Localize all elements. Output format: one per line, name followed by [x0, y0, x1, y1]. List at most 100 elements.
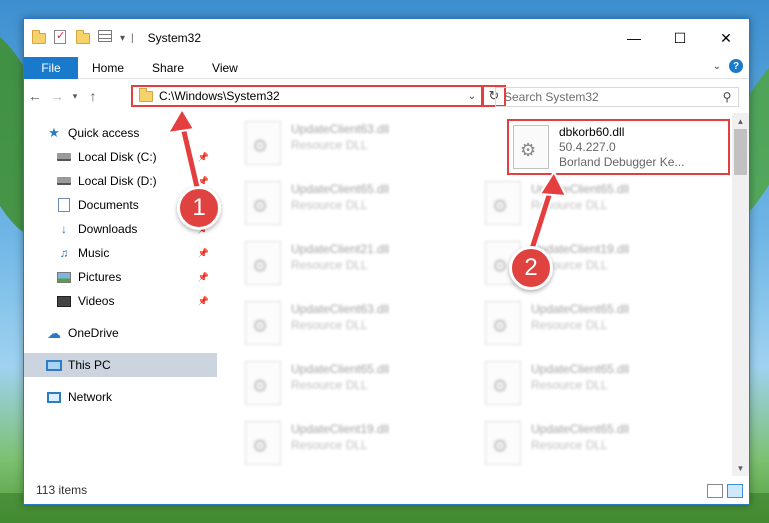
properties-check-icon[interactable] [54, 29, 70, 46]
file-desc: Resource DLL [291, 258, 368, 272]
file-explorer-window: ▾ | System32 — ☐ ✕ File Home Share View … [23, 18, 750, 505]
highlighted-file-dbkorb60[interactable]: dbkorb60.dll 50.4.227.0 Borland Debugger… [507, 119, 730, 175]
list-item[interactable]: UpdateClient21.dll Resource DLL [245, 241, 475, 293]
sidebar-item-label: Music [78, 246, 110, 260]
file-desc: Resource DLL [291, 198, 368, 212]
maximize-button[interactable]: ☐ [657, 19, 703, 57]
file-name: UpdateClient65.dll [531, 422, 630, 436]
list-item[interactable]: UpdateClient65.dll Resource DLL [245, 181, 475, 233]
file-desc: Resource DLL [291, 318, 368, 332]
file-name: UpdateClient63.dll [291, 302, 390, 316]
scroll-up-icon[interactable]: ▲ [732, 113, 749, 129]
file-name: UpdateClient63.dll [291, 122, 390, 136]
up-button[interactable]: ↑ [82, 85, 104, 107]
recent-locations-icon[interactable]: ▾ [68, 85, 82, 107]
onedrive-icon: ☁ [47, 324, 61, 341]
list-item[interactable]: UpdateClient63.dll Resource DLL [245, 301, 475, 353]
list-item[interactable]: UpdateClient65.dll Resource DLL [485, 361, 715, 413]
dll-file-icon [485, 421, 521, 465]
file-name: UpdateClient65.dll [531, 362, 630, 376]
file-description: Borland Debugger Ke... [559, 155, 685, 169]
file-desc: Resource DLL [291, 438, 368, 452]
dll-file-icon [245, 241, 281, 285]
search-box[interactable]: Search System32 ⚲ [495, 87, 739, 107]
separator-icon: | [131, 32, 134, 44]
star-icon: ★ [48, 125, 60, 140]
file-name: UpdateClient65.dll [291, 362, 390, 376]
sidebar-item-videos[interactable]: Videos 📌 [24, 289, 217, 313]
expand-ribbon-icon[interactable]: ⌄ [713, 61, 721, 72]
help-icon[interactable]: ? [729, 59, 743, 73]
sidebar-item-onedrive[interactable]: ☁ OneDrive [24, 321, 217, 345]
this-pc-icon [46, 357, 62, 373]
customize-dropdown-icon[interactable]: ▾ [120, 33, 125, 44]
folder-icon [139, 87, 153, 102]
scrollbar-thumb[interactable] [734, 129, 747, 175]
file-desc: Resource DLL [291, 378, 368, 392]
dll-file-icon [513, 125, 549, 169]
forward-button[interactable]: → [46, 85, 68, 107]
file-name: UpdateClient65.dll [531, 302, 630, 316]
tab-home[interactable]: Home [78, 57, 138, 79]
list-item[interactable]: UpdateClient63.dll Resource DLL [245, 121, 475, 173]
tab-share[interactable]: Share [138, 57, 198, 79]
list-item[interactable]: UpdateClient65.dll Resource DLL [485, 421, 715, 473]
new-folder-icon[interactable] [76, 30, 92, 46]
list-item[interactable]: UpdateClient65.dll Resource DLL [485, 301, 715, 353]
sidebar-item-label: Documents [78, 198, 139, 212]
sidebar-item-label: Local Disk (D:) [78, 174, 157, 188]
dll-file-icon [245, 121, 281, 165]
scroll-down-icon[interactable]: ▼ [732, 460, 749, 476]
dll-file-icon [245, 361, 281, 405]
file-name: dbkorb60.dll [559, 125, 625, 139]
sidebar-item-label: Local Disk (C:) [78, 150, 157, 164]
minimize-button[interactable]: — [611, 19, 657, 57]
back-button[interactable]: ← [24, 85, 46, 107]
view-properties-icon[interactable] [98, 30, 114, 46]
sidebar-item-label: Network [68, 390, 113, 404]
dll-file-icon [485, 361, 521, 405]
sidebar-item-label: Pictures [78, 270, 122, 284]
dll-file-icon [245, 181, 281, 225]
pictures-icon [56, 269, 72, 285]
sidebar-item-pictures[interactable]: Pictures 📌 [24, 265, 217, 289]
sidebar-item-label: Quick access [68, 126, 140, 140]
file-desc: Resource DLL [531, 318, 608, 332]
search-input[interactable]: Search System32 [504, 90, 716, 104]
ribbon-tabs: File Home Share View ⌄ ? [24, 56, 749, 79]
pin-icon[interactable]: 📌 [198, 272, 209, 283]
address-path: C:\Windows\System32 [159, 89, 280, 103]
tab-view[interactable]: View [198, 57, 252, 79]
tab-file[interactable]: File [24, 56, 78, 79]
sidebar-item-label: This PC [68, 358, 111, 372]
folder-icon[interactable] [32, 30, 48, 46]
documents-icon [56, 197, 72, 213]
list-item[interactable]: UpdateClient19.dll Resource DLL [245, 421, 475, 473]
details-view-icon[interactable] [707, 484, 723, 498]
close-button[interactable]: ✕ [703, 19, 749, 57]
sidebar-item-network[interactable]: Network [24, 385, 217, 409]
status-bar: 113 items [24, 476, 749, 504]
address-bar[interactable]: C:\Windows\System32 ⌄ [131, 85, 483, 107]
network-icon [46, 389, 62, 405]
sidebar-item-this-pc[interactable]: This PC [24, 353, 217, 377]
file-desc: Resource DLL [291, 138, 368, 152]
item-count: 113 items [36, 483, 88, 497]
file-desc: Resource DLL [531, 438, 608, 452]
sidebar-item-label: Videos [78, 294, 115, 308]
annotation-step-1: 1 [177, 186, 221, 230]
vertical-scrollbar[interactable]: ▲ ▼ [732, 113, 749, 476]
file-list: UpdateClient63.dll Resource DLL UpdateCli… [217, 113, 749, 476]
search-icon: ⚲ [722, 90, 732, 104]
dll-file-icon [245, 301, 281, 345]
address-dropdown-icon[interactable]: ⌄ [463, 91, 481, 102]
sidebar-item-label: Downloads [78, 222, 138, 236]
sidebar-item-music[interactable]: ♫ Music 📌 [24, 241, 217, 265]
pin-icon[interactable]: 📌 [198, 248, 209, 259]
downloads-icon: ↓ [61, 222, 67, 236]
file-name: UpdateClient65.dll [291, 182, 390, 196]
quick-access-toolbar: ▾ | [24, 29, 134, 46]
pin-icon[interactable]: 📌 [198, 296, 209, 307]
list-item[interactable]: UpdateClient65.dll Resource DLL [245, 361, 475, 413]
large-icons-view-icon[interactable] [727, 484, 743, 498]
